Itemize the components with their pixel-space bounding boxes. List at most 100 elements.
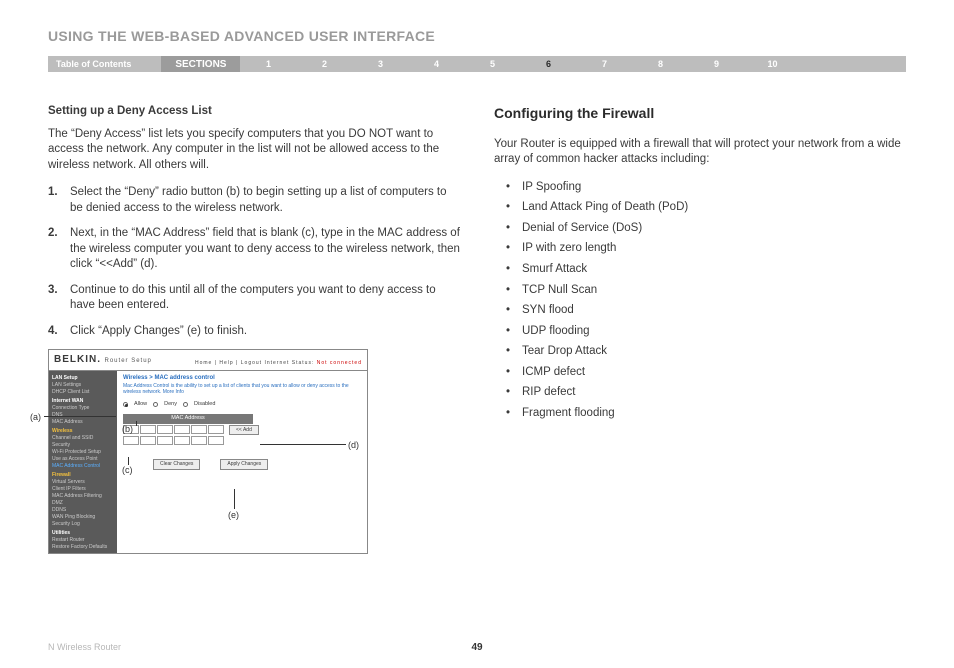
side-item[interactable]: DHCP Client List: [52, 389, 114, 396]
annot-a: (a): [30, 411, 41, 423]
side-item[interactable]: Client IP Filters: [52, 486, 114, 493]
side-utilities: Utilities: [52, 530, 114, 537]
attack-item: IP Spoofing: [494, 180, 906, 196]
router-sidebar: LAN Setup LAN Settings DHCP Client List …: [49, 371, 117, 553]
side-item[interactable]: Restart Router: [52, 537, 114, 544]
section-7[interactable]: 7: [576, 59, 632, 69]
brand-sub: Router Setup: [105, 358, 152, 364]
toc-link[interactable]: Table of Contents: [56, 59, 161, 69]
attack-item: Fragment flooding: [494, 406, 906, 422]
side-item[interactable]: DDNS: [52, 507, 114, 514]
mac-cell[interactable]: [208, 425, 224, 434]
apply-changes-button[interactable]: Apply Changes: [220, 459, 268, 470]
section-5[interactable]: 5: [464, 59, 520, 69]
annot-b: (b): [122, 423, 133, 435]
sections-label: SECTIONS: [161, 56, 240, 72]
side-lan-setup: LAN Setup: [52, 375, 114, 382]
mac-cell[interactable]: [140, 436, 156, 445]
panel-title: Wireless > MAC address control: [123, 374, 361, 382]
router-screenshot: BELKIN. Router Setup Home | Help | Logou…: [48, 349, 368, 554]
mac-address-header: MAC Address: [123, 414, 253, 423]
section-6[interactable]: 6: [520, 59, 576, 69]
annot-c: (c): [122, 464, 133, 476]
brand-logo: BELKIN.: [54, 354, 101, 365]
side-firewall: Firewall: [52, 472, 114, 479]
footer-product: N Wireless Router: [48, 642, 121, 652]
side-item[interactable]: Restore Factory Defaults: [52, 544, 114, 551]
annot-e: (e): [228, 509, 239, 521]
section-3[interactable]: 3: [352, 59, 408, 69]
mac-cell[interactable]: [157, 436, 173, 445]
attack-item: Land Attack Ping of Death (PoD): [494, 200, 906, 216]
section-8[interactable]: 8: [632, 59, 688, 69]
attack-item: ICMP defect: [494, 365, 906, 381]
step-2: Next, in the “MAC Address” field that is…: [70, 226, 460, 273]
section-4[interactable]: 4: [408, 59, 464, 69]
side-wireless: Wireless: [52, 428, 114, 435]
section-9[interactable]: 9: [688, 59, 744, 69]
side-item[interactable]: Use as Access Point: [52, 456, 114, 463]
side-item[interactable]: DMZ: [52, 500, 114, 507]
clear-changes-button[interactable]: Clear Changes: [153, 459, 200, 470]
side-item[interactable]: Wi-Fi Protected Setup: [52, 449, 114, 456]
add-button[interactable]: << Add: [229, 425, 259, 436]
mac-cell[interactable]: [191, 436, 207, 445]
attack-list: IP Spoofing Land Attack Ping of Death (P…: [494, 180, 906, 421]
page-number: 49: [471, 642, 482, 653]
radio-deny[interactable]: [153, 402, 158, 407]
deny-access-heading: Setting up a Deny Access List: [48, 104, 460, 120]
mac-cell[interactable]: [123, 436, 139, 445]
side-item[interactable]: WAN Ping Blocking: [52, 514, 114, 521]
attack-item: TCP Null Scan: [494, 283, 906, 299]
side-item[interactable]: Channel and SSID: [52, 435, 114, 442]
section-1[interactable]: 1: [240, 59, 296, 69]
mac-cell[interactable]: [208, 436, 224, 445]
deny-access-intro: The “Deny Access” list lets you specify …: [48, 127, 460, 174]
radio-disabled-label: Disabled: [194, 401, 215, 408]
router-main-panel: Wireless > MAC address control Mac Addre…: [117, 371, 367, 553]
attack-item: Tear Drop Attack: [494, 344, 906, 360]
annot-line: [260, 444, 346, 445]
attack-item: Denial of Service (DoS): [494, 221, 906, 237]
mac-cell[interactable]: [157, 425, 173, 434]
mac-cell[interactable]: [174, 425, 190, 434]
side-item[interactable]: DNS: [52, 412, 114, 419]
steps-list: Select the “Deny” radio button (b) to be…: [48, 185, 460, 339]
side-item[interactable]: Connection Type: [52, 405, 114, 412]
attack-item: UDP flooding: [494, 324, 906, 340]
side-item[interactable]: Security Log: [52, 521, 114, 528]
section-10[interactable]: 10: [744, 59, 800, 69]
attack-item: Smurf Attack: [494, 262, 906, 278]
step-4: Click “Apply Changes” (e) to finish.: [70, 324, 247, 340]
panel-desc: Mac Address Control is the ability to se…: [123, 383, 361, 395]
side-item[interactable]: MAC Address Filtering: [52, 493, 114, 500]
annot-line: [128, 457, 129, 465]
side-internet-wan: Internet WAN: [52, 398, 114, 405]
radio-allow-label: Allow: [134, 401, 147, 408]
attack-item: RIP defect: [494, 385, 906, 401]
radio-allow[interactable]: [123, 402, 128, 407]
annot-d: (d): [348, 439, 359, 451]
side-item[interactable]: Virtual Servers: [52, 479, 114, 486]
radio-deny-label: Deny: [164, 401, 177, 408]
firewall-heading: Configuring the Firewall: [494, 104, 906, 123]
mac-row-1: << Add: [123, 425, 361, 436]
side-item[interactable]: LAN Settings: [52, 382, 114, 389]
side-item[interactable]: MAC Address: [52, 419, 114, 426]
mac-cell[interactable]: [140, 425, 156, 434]
attack-item: IP with zero length: [494, 241, 906, 257]
left-column: Setting up a Deny Access List The “Deny …: [48, 104, 460, 554]
mac-cell[interactable]: [191, 425, 207, 434]
right-column: Configuring the Firewall Your Router is …: [494, 104, 906, 554]
radio-disabled[interactable]: [183, 402, 188, 407]
side-mac-address-control[interactable]: MAC Address Control: [52, 463, 114, 470]
mac-cell[interactable]: [174, 436, 190, 445]
annot-line: [44, 416, 116, 417]
attack-item: SYN flood: [494, 303, 906, 319]
section-2[interactable]: 2: [296, 59, 352, 69]
step-3: Continue to do this until all of the com…: [70, 283, 460, 314]
section-nav: Table of Contents SECTIONS 1 2 3 4 5 6 7…: [48, 56, 906, 72]
annot-line: [136, 421, 137, 426]
top-links[interactable]: Home | Help | Logout Internet Status:: [195, 360, 314, 366]
side-item[interactable]: Security: [52, 442, 114, 449]
